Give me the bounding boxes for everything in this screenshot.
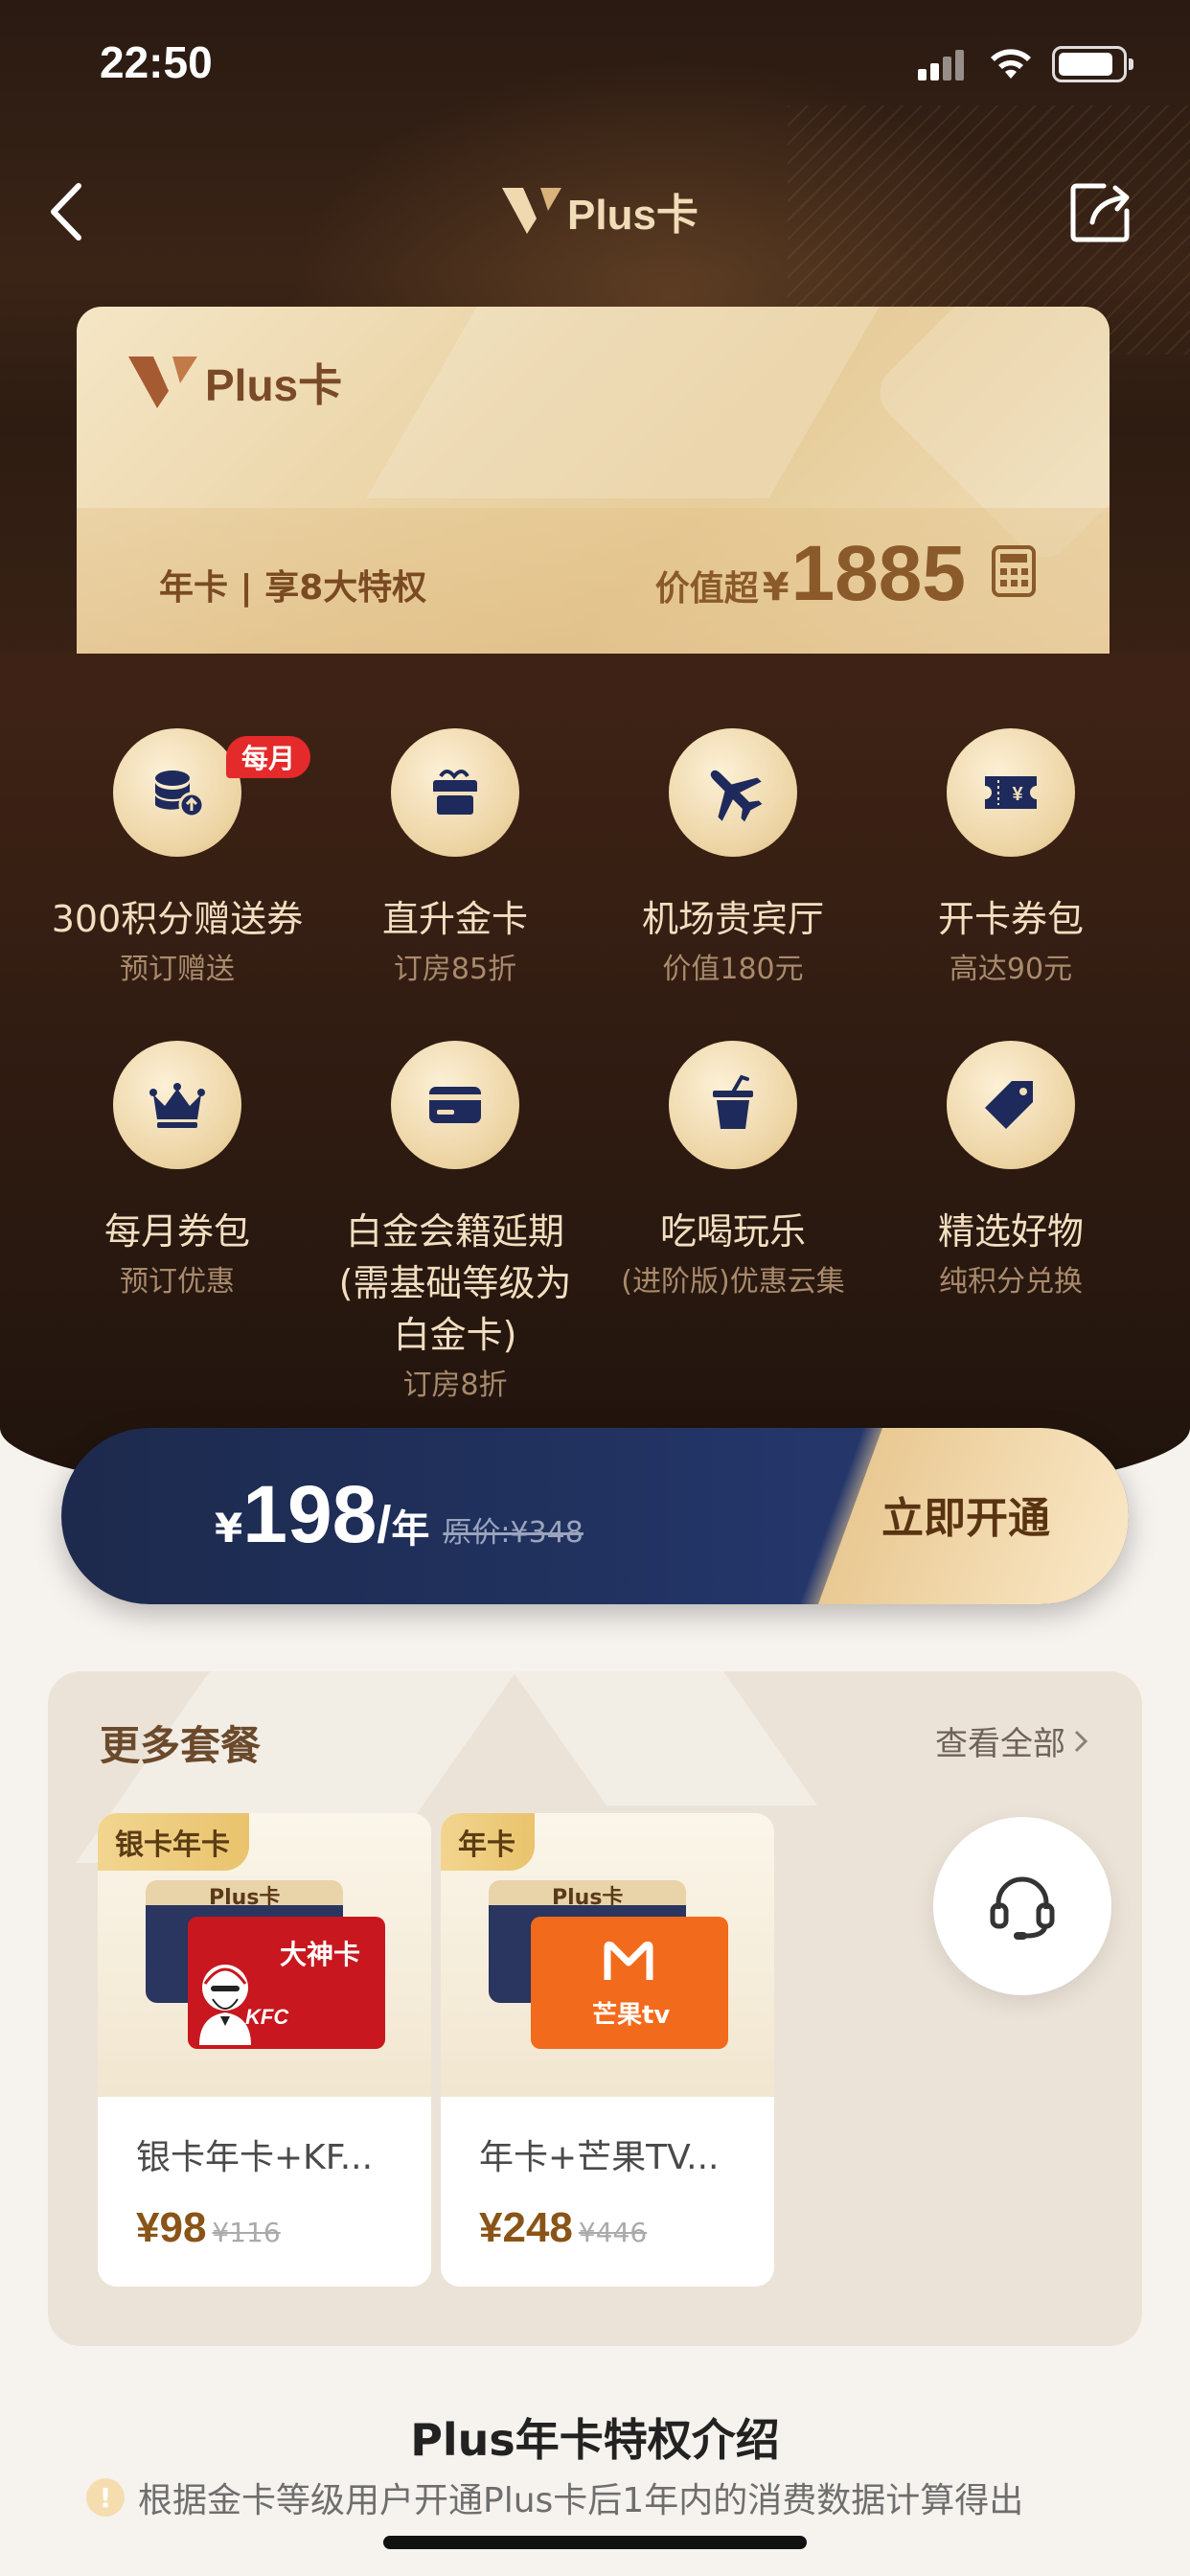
benefit-title: 直升金卡	[381, 898, 528, 940]
benefit-subtitle: 订房85折	[393, 953, 517, 986]
wifi-icon	[991, 49, 1031, 79]
status-time: 22:50	[100, 37, 213, 87]
benefit-subtitle: 预订赠送	[120, 953, 235, 986]
intro-note: ! 根据金卡等级用户开通Plus卡后1年内的消费数据计算得出	[86, 2472, 1023, 2522]
benefit-item[interactable]: 精选好物 纯积分兑换	[872, 1041, 1150, 1301]
share-icon[interactable]	[1067, 178, 1134, 245]
benefit-subtitle: 价值180元	[662, 953, 804, 986]
package-price-current: ¥248	[479, 2204, 573, 2251]
svg-text:¥: ¥	[1012, 784, 1023, 805]
status-bar: 22:50	[0, 0, 1190, 134]
benefit-subtitle: (进阶版)优惠云集	[621, 1265, 845, 1299]
package-tag: 银卡年卡	[98, 1813, 249, 1871]
nav-title: Plus卡	[567, 192, 698, 239]
chevron-right-icon	[1074, 1730, 1088, 1752]
airplane-icon	[710, 770, 763, 822]
benefit-item[interactable]: 每月 300积分赠送券 预订赠送	[38, 728, 316, 989]
benefit-title-line3: 白金卡)	[393, 1314, 517, 1356]
price-slash: /	[377, 1496, 392, 1553]
coin-stack-icon	[155, 770, 205, 818]
nav-logo: Plus卡	[498, 182, 698, 240]
card-value-currency: ¥	[762, 565, 790, 610]
card-value-amount: 1885	[790, 530, 966, 617]
colonel-face-icon	[199, 1965, 251, 2045]
benefit-title: 开卡券包	[937, 898, 1084, 940]
monthly-badge: 每月	[226, 736, 311, 778]
original-price: 原价:¥348	[443, 1516, 584, 1550]
home-indicator[interactable]	[383, 2536, 807, 2549]
benefit-item[interactable]: 白金会籍延期 (需基础等级为 白金卡) 订房8折	[316, 1041, 594, 1405]
benefit-item[interactable]: ¥ 开卡券包 高达90元	[872, 728, 1150, 989]
benefit-item[interactable]: 机场贵宾厅 价值180元	[594, 728, 872, 989]
view-all-link[interactable]: 查看全部	[935, 1717, 1088, 1764]
package-name: 银卡年卡+KF...	[136, 2138, 374, 2177]
benefit-subtitle: 预订优惠	[120, 1265, 235, 1299]
tag-icon	[985, 1081, 1033, 1129]
benefit-title: 精选好物	[937, 1210, 1084, 1253]
benefit-subtitle: 订房8折	[402, 1368, 508, 1402]
price-period: 年	[391, 1507, 430, 1552]
package-card[interactable]: Plus卡 大神卡 KFC 银卡年卡 银卡年卡+KF... ¥98 ¥116	[98, 1813, 431, 2287]
info-icon: !	[86, 2478, 125, 2517]
ticket-icon: ¥	[985, 776, 1037, 809]
card-logo: Plus卡	[125, 351, 342, 414]
headset-icon	[990, 1876, 1055, 1940]
benefit-title-line2: (需基础等级为	[338, 1262, 572, 1304]
purchase-bar: ¥ 198 / 年 原价:¥348 立即开通	[61, 1428, 1129, 1604]
package-price-original: ¥116	[212, 2217, 281, 2248]
activate-now-button[interactable]: 立即开通	[881, 1484, 1050, 1545]
customer-service-button[interactable]	[933, 1817, 1111, 1995]
card-value-label: 价值超	[654, 569, 759, 609]
package-price-current: ¥98	[136, 2204, 207, 2251]
gift-box-icon	[433, 770, 477, 815]
more-packages-panel: 更多套餐 查看全部 Plus卡 大神卡 KFC 银卡年卡 银卡年卡+KF... …	[48, 1671, 1142, 2346]
kfc-card-image: 大神卡 KFC	[188, 1917, 385, 2049]
card-description: 年卡 | 享8大特权	[159, 568, 427, 608]
package-price: ¥248 ¥446	[479, 2204, 647, 2252]
intro-title: Plus年卡特权介绍	[410, 2414, 780, 2466]
benefit-title: 白金会籍延期	[345, 1210, 564, 1253]
drink-cup-icon	[713, 1074, 753, 1129]
more-packages-title: 更多套餐	[100, 1722, 262, 1769]
price-amount: 198	[242, 1469, 378, 1559]
plus-member-card: Plus卡 年卡 | 享8大特权 价值超 ¥ 1885	[77, 307, 1110, 654]
benefit-item[interactable]: 直升金卡 订房85折	[316, 728, 594, 989]
card-brand: Plus卡	[205, 360, 343, 410]
v-brand-logo-icon	[128, 356, 197, 408]
intro-note-text: 根据金卡等级用户开通Plus卡后1年内的消费数据计算得出	[138, 2481, 1024, 2520]
calculator-icon[interactable]	[991, 544, 1037, 598]
back-arrow-icon[interactable]	[44, 178, 90, 245]
mango-tv-logo-icon	[604, 1941, 653, 1980]
package-name: 年卡+芒果TV...	[479, 2138, 720, 2177]
benefit-item[interactable]: 吃喝玩乐 (进阶版)优惠云集	[594, 1041, 872, 1301]
benefit-title: 每月券包	[103, 1210, 250, 1253]
v-brand-logo-icon	[502, 188, 561, 234]
benefit-subtitle: 高达90元	[949, 953, 1073, 986]
card-value: 价值超 ¥ 1885	[655, 529, 966, 619]
package-price-original: ¥446	[578, 2217, 648, 2248]
card-icon	[429, 1087, 481, 1123]
price-currency: ¥	[215, 1505, 243, 1552]
cellular-signal-icon	[918, 48, 968, 80]
price: ¥ 198 / 年 原价:¥348	[215, 1468, 584, 1561]
crown-icon	[149, 1083, 205, 1128]
package-card[interactable]: Plus卡 芒果tv 年卡 年卡+芒果TV... ¥248 ¥446	[441, 1813, 774, 2287]
benefit-title: 300积分赠送券	[51, 898, 304, 940]
package-tag: 年卡	[441, 1813, 535, 1871]
battery-icon	[1052, 46, 1133, 82]
mango-tv-card-image: 芒果tv	[531, 1917, 728, 2049]
benefit-title: 机场贵宾厅	[641, 898, 824, 940]
benefit-item[interactable]: 每月券包 预订优惠	[38, 1041, 316, 1301]
view-all-label: 查看全部	[935, 1725, 1065, 1763]
benefit-title: 吃喝玩乐	[659, 1210, 806, 1253]
package-price: ¥98 ¥116	[136, 2204, 281, 2252]
benefit-subtitle: 纯积分兑换	[939, 1265, 1083, 1299]
